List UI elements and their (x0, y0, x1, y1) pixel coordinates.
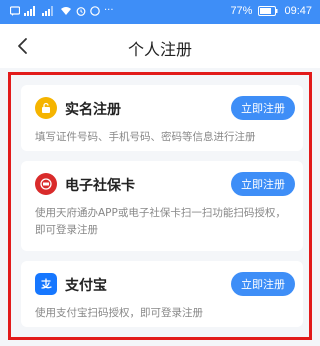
card-alipay: 支付宝 立即注册 使用支付宝扫码授权，即可登录注册 (21, 261, 303, 327)
status-left: ··· (10, 5, 114, 16)
alipay-icon (35, 273, 57, 295)
status-right: 77% 09:47 (230, 5, 312, 17)
page-title: 个人注册 (127, 40, 192, 59)
card-social-security: 电子社保卡 立即注册 使用天府通办APP或电子社保卡扫一扫功能扫码授权，即可登录… (21, 161, 303, 251)
register-button-social-security[interactable]: 立即注册 (231, 172, 295, 196)
message-icon (10, 5, 20, 16)
register-button-real-name[interactable]: 立即注册 (231, 96, 295, 120)
card-description: 使用天府通办APP或电子社保卡扫一扫功能扫码授权，即可登录注册 (35, 207, 286, 236)
chat-icon (90, 5, 100, 16)
card-title: 电子社保卡 (65, 178, 135, 194)
card-title: 实名注册 (65, 102, 121, 118)
wifi-icon (61, 6, 71, 15)
social-security-card-icon (35, 173, 57, 195)
alarm-icon (76, 6, 86, 16)
header: 个人注册 (0, 24, 320, 68)
battery-icon (258, 6, 278, 16)
status-bar: ··· 77% 09:47 (0, 0, 320, 24)
card-real-name: 实名注册 立即注册 填写证件号码、手机号码、密码等信息进行注册 (21, 85, 303, 151)
signal-icon (24, 5, 35, 16)
battery-percent: 77% (230, 5, 253, 17)
card-description: 填写证件号码、手机号码、密码等信息进行注册 (35, 131, 256, 143)
highlight-frame: 实名注册 立即注册 填写证件号码、手机号码、密码等信息进行注册 电子社保卡 立即… (8, 72, 312, 340)
register-button-alipay[interactable]: 立即注册 (231, 272, 295, 296)
lock-icon (35, 97, 57, 119)
card-title: 支付宝 (65, 278, 107, 294)
clock: 09:47 (284, 5, 312, 17)
signal-icon-2 (42, 5, 53, 16)
card-description: 使用支付宝扫码授权，即可登录注册 (35, 307, 203, 319)
more-dots-icon: ··· (104, 5, 114, 16)
